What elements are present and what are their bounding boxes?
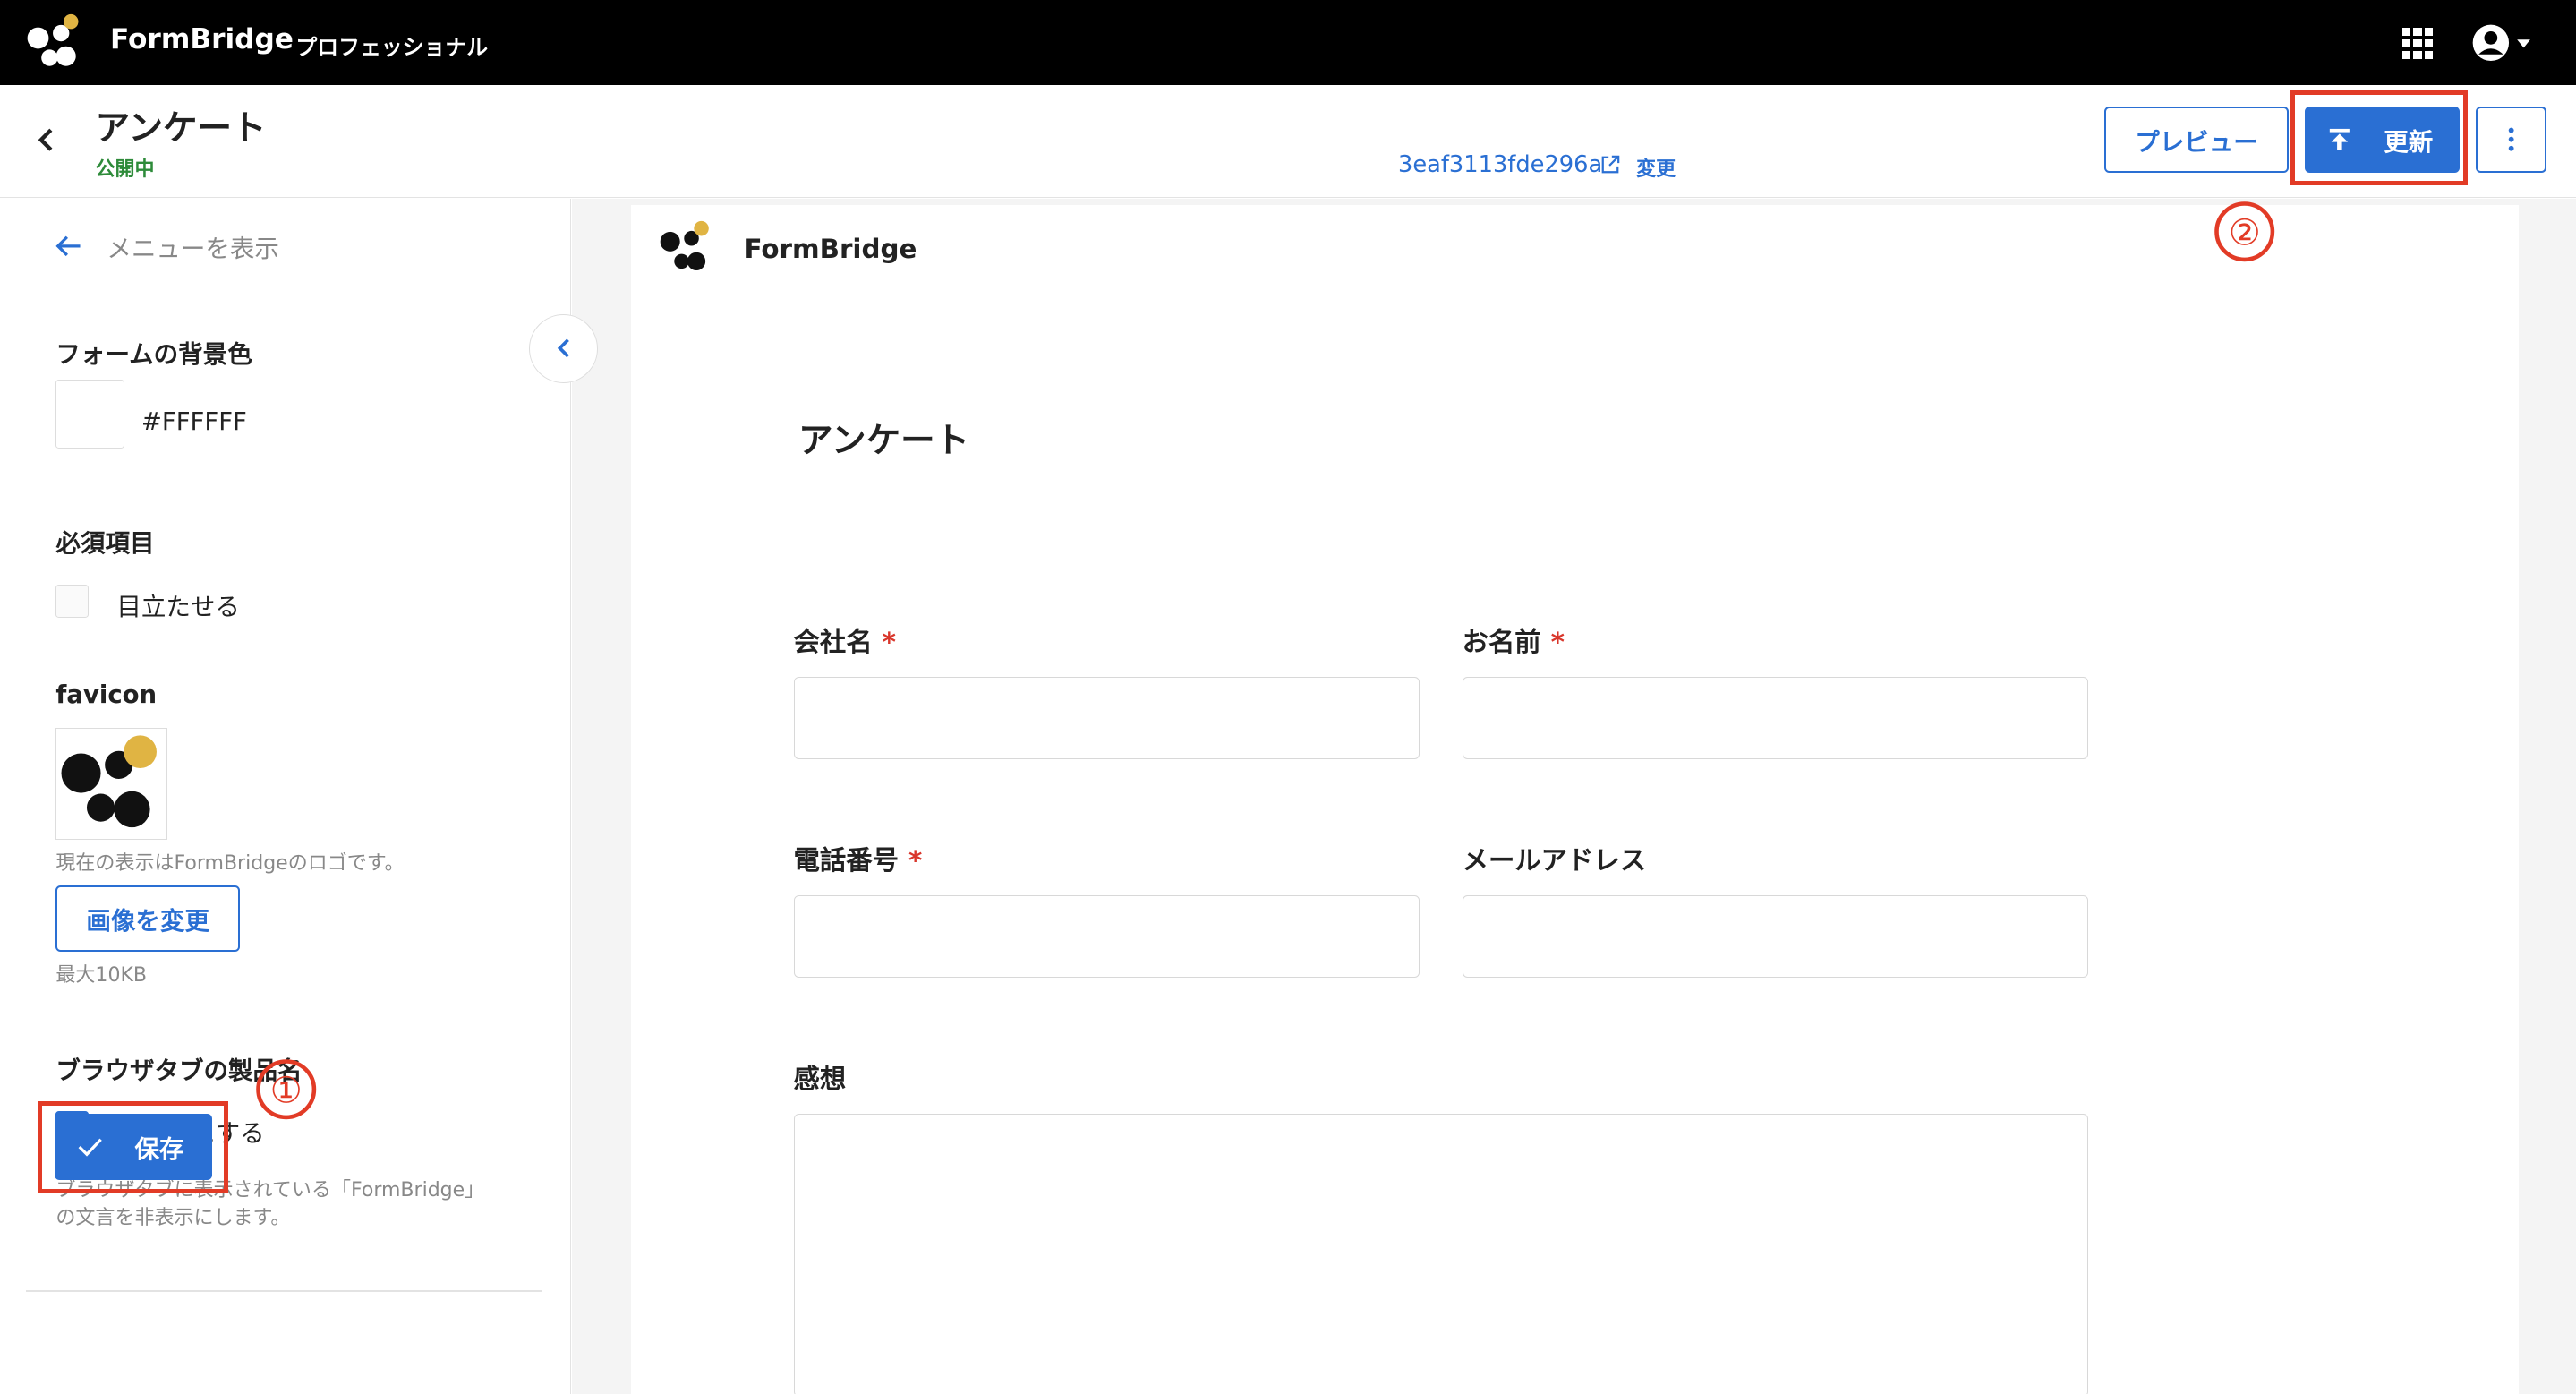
top-bar: FormBridge プロフェッショナル bbox=[0, 0, 2576, 86]
bg-color-value: #FFFFFF bbox=[141, 407, 247, 437]
app-root: FormBridge プロフェッショナル アンケート 公開中 3eaf3113f… bbox=[0, 0, 2576, 1394]
external-link-icon[interactable] bbox=[1600, 155, 1620, 175]
company-input[interactable] bbox=[793, 677, 1420, 759]
collapse-sidebar-button[interactable] bbox=[529, 313, 599, 383]
plan-label: プロフェッショナル bbox=[295, 35, 489, 61]
field-label-comments: 感想 bbox=[793, 1064, 847, 1095]
upload-icon bbox=[2329, 129, 2350, 150]
back-arrow-icon[interactable] bbox=[30, 122, 63, 158]
field-label-name: お名前 * bbox=[1462, 626, 1565, 657]
more-options-button[interactable] bbox=[2476, 107, 2547, 173]
form-brand-name: FormBridge bbox=[744, 233, 917, 264]
highlight-required-label[interactable]: 目立たせる bbox=[116, 586, 240, 622]
status-badge: 公開中 bbox=[95, 158, 155, 181]
favicon-hint: 現在の表示はFormBridgeのロゴです。 bbox=[55, 851, 405, 875]
arrow-left-icon bbox=[55, 235, 81, 257]
brand-name: FormBridge bbox=[109, 22, 294, 56]
page-header: アンケート 公開中 3eaf3113fde296a 変更 プレビュー 更新 bbox=[0, 85, 2576, 199]
page-title: アンケート bbox=[95, 107, 267, 149]
show-menu-link[interactable]: メニューを表示 bbox=[55, 228, 279, 264]
design-sidebar: メニューを表示 フォームの背景色 #FFFFFF 必須項目 目立たせる favi… bbox=[0, 199, 571, 1394]
formbridge-logo-icon[interactable] bbox=[23, 13, 86, 73]
chevron-left-icon bbox=[557, 338, 569, 358]
favicon-heading: favicon bbox=[55, 680, 158, 709]
annotation-marker-2: ② bbox=[2213, 201, 2274, 262]
annotation-marker-1: ① bbox=[255, 1059, 316, 1120]
change-image-button[interactable]: 画像を変更 bbox=[55, 885, 240, 952]
svg-text:②: ② bbox=[2228, 211, 2260, 253]
highlight-required-checkbox[interactable] bbox=[55, 585, 90, 619]
show-menu-label: メニューを表示 bbox=[107, 235, 279, 264]
update-button-label: 更新 bbox=[2384, 128, 2434, 157]
svg-text:①: ① bbox=[269, 1070, 302, 1112]
form-title: アンケート bbox=[798, 420, 970, 461]
field-label-company: 会社名 * bbox=[793, 626, 896, 657]
more-vertical-icon bbox=[2508, 127, 2514, 151]
favicon-logo-icon bbox=[61, 735, 158, 828]
field-label-phone: 電話番号 * bbox=[793, 844, 923, 876]
email-input[interactable] bbox=[1462, 895, 2088, 979]
field-label-email: メールアドレス bbox=[1462, 844, 1647, 876]
name-input[interactable] bbox=[1462, 677, 2088, 759]
check-icon bbox=[78, 1138, 103, 1157]
app-grid-icon[interactable] bbox=[2401, 28, 2434, 60]
save-button-label: 保存 bbox=[134, 1135, 184, 1165]
bg-color-heading: フォームの背景色 bbox=[55, 339, 252, 369]
form-logo-icon bbox=[660, 220, 709, 270]
form-url-link[interactable]: 3eaf3113fde296a bbox=[1398, 151, 1602, 178]
save-button[interactable]: 保存 bbox=[54, 1114, 212, 1180]
preview-button[interactable]: プレビュー bbox=[2104, 107, 2289, 173]
account-menu-icon[interactable] bbox=[2469, 21, 2532, 64]
required-heading: 必須項目 bbox=[55, 528, 155, 558]
update-button[interactable]: 更新 bbox=[2305, 107, 2460, 173]
max-size-hint: 最大10KB bbox=[55, 963, 147, 987]
phone-input[interactable] bbox=[793, 895, 1420, 979]
change-url-link[interactable]: 変更 bbox=[1636, 153, 1676, 182]
comments-textarea[interactable] bbox=[793, 1114, 2088, 1394]
favicon-preview bbox=[55, 728, 168, 840]
sidebar-divider bbox=[26, 1289, 542, 1292]
bg-color-swatch[interactable] bbox=[55, 379, 125, 449]
hide-hint-line2: の文言を非表示にします。 bbox=[55, 1207, 291, 1230]
